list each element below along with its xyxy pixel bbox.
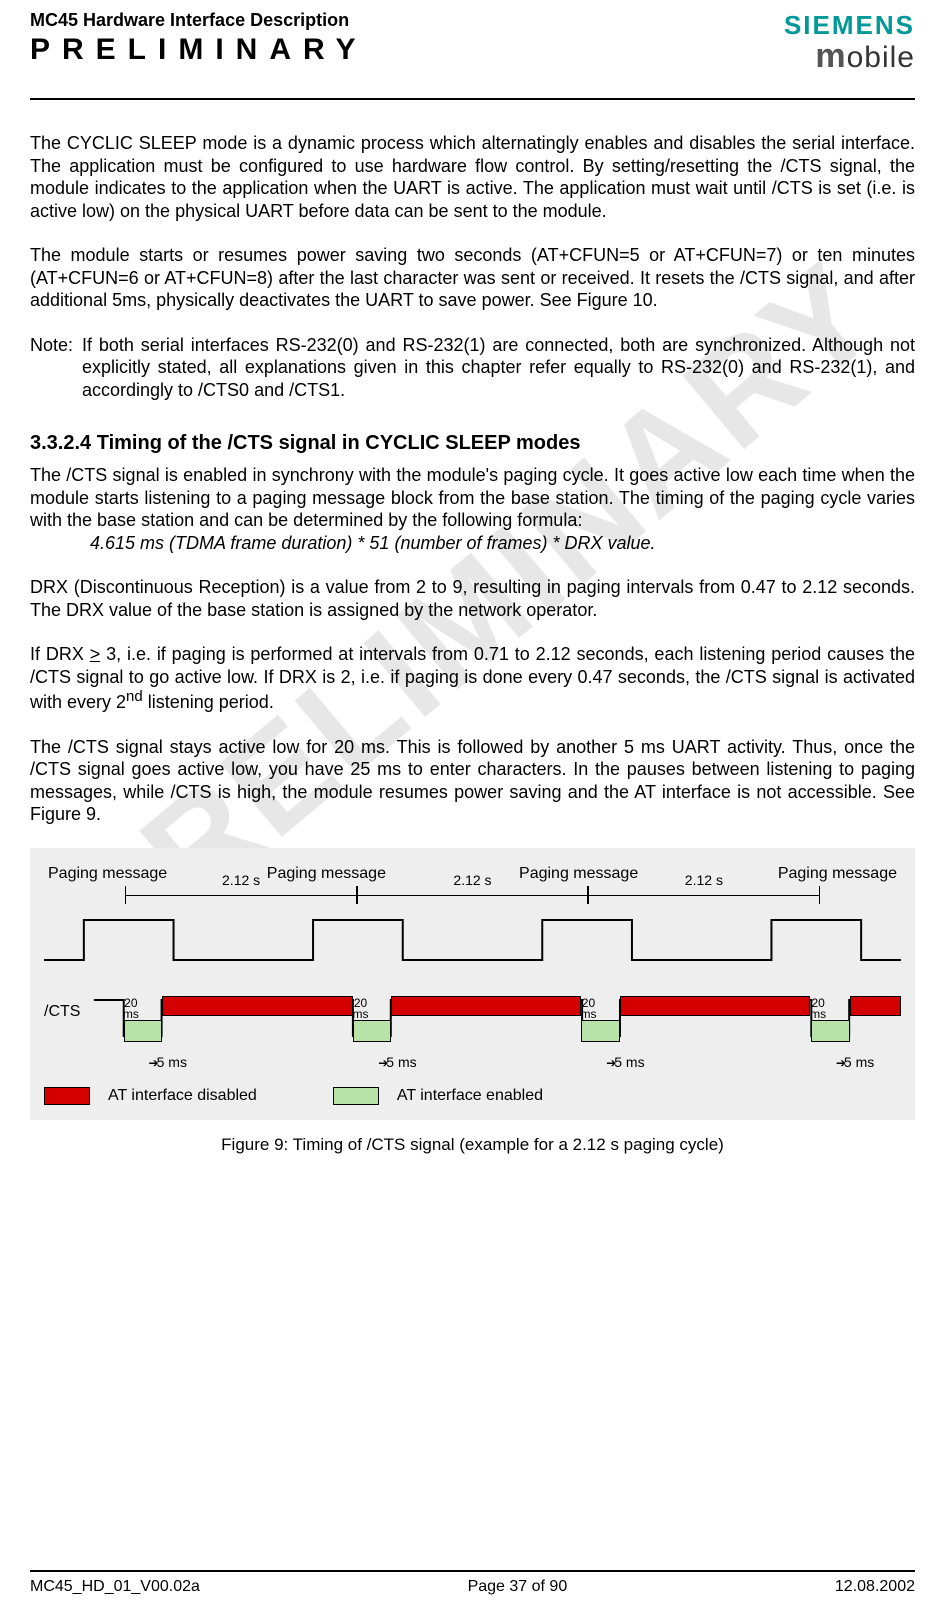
page-footer: MC45_HD_01_V00.02a Page 37 of 90 12.08.2… [30,1570,915,1596]
tick5-2: 5 ms [378,1054,416,1072]
note-label: Note: [30,334,82,402]
enabled-block-1 [124,1020,163,1042]
interval-2: 2.12 s [357,886,588,904]
body-text: The CYCLIC SLEEP mode is a dynamic proce… [30,132,915,1546]
paragraph-5: If DRX > 3, i.e. if paging is performed … [30,643,915,714]
paragraph-6: The /CTS signal stays active low for 20 … [30,736,915,826]
interval-1: 2.12 s [125,886,356,904]
interval-3: 2.12 s [588,886,819,904]
disabled-block-1 [162,996,352,1016]
tick5-1: 5 ms [149,1054,187,1072]
paragraph-1: The CYCLIC SLEEP mode is a dynamic proce… [30,132,915,222]
section-heading: 3.3.2.4 Timing of the /CTS signal in CYC… [30,431,915,456]
doc-title: MC45 Hardware Interface Description [30,10,915,31]
interval-1-label: 2.12 s [218,872,264,890]
page-container: MC45 Hardware Interface Description PREL… [0,0,945,1616]
disabled-block-2 [391,996,581,1016]
figure-legend: AT interface disabled AT interface enabl… [44,1086,901,1106]
note-block: Note: If both serial interfaces RS-232(0… [30,334,915,402]
tick20-4: 20ms [810,998,826,1020]
tick5-3: 5 ms [606,1054,644,1072]
figure-caption: Figure 9: Timing of /CTS signal (example… [30,1134,915,1155]
brand-logo: SIEMENS mobile [784,10,915,76]
legend-label-enabled: AT interface enabled [397,1086,543,1106]
header-rule [30,98,915,100]
pm-label-3: Paging message [473,864,685,884]
disabled-block-3 [620,996,810,1016]
p5-c: listening period. [143,692,274,712]
tick20-2: 20ms [353,998,369,1020]
tick20-3: 20ms [580,998,596,1020]
page-header: MC45 Hardware Interface Description PREL… [30,10,915,94]
mobile-wordmark: mobile [784,37,915,76]
p5-ge: > [90,644,101,664]
mobile-rest: obile [847,41,915,74]
paging-pulse-trace [44,910,901,970]
disabled-block-4 [850,996,901,1016]
footer-center: Page 37 of 90 [468,1578,568,1596]
p5-sup: nd [126,688,143,705]
enabled-block-3 [581,1020,620,1042]
cts-trace: /CTS 20ms 20ms 20ms 20ms [44,992,901,1064]
legend-swatch-enabled [333,1087,379,1105]
p5-a: If DRX [30,644,90,664]
tick20-1: 20ms [123,998,139,1020]
legend-swatch-disabled [44,1087,90,1105]
footer-right: 12.08.2002 [835,1578,915,1596]
note-text: If both serial interfaces RS-232(0) and … [82,334,915,402]
preliminary-heading: PRELIMINARY [30,33,915,67]
paragraph-3: The /CTS signal is enabled in synchrony … [30,464,915,532]
interval-3-label: 2.12 s [681,872,727,890]
formula-line: 4.615 ms (TDMA frame duration) * 51 (num… [90,532,915,555]
legend-label-disabled: AT interface disabled [108,1086,257,1106]
mobile-m: m [815,37,846,75]
interval-arrows: 2.12 s 2.12 s 2.12 s [44,886,901,906]
enabled-block-4 [811,1020,850,1042]
interval-2-label: 2.12 s [449,872,495,890]
enabled-block-2 [353,1020,392,1042]
figure-9: Paging message Paging message Paging mes… [30,848,915,1120]
paragraph-2: The module starts or resumes power savin… [30,244,915,312]
paragraph-4: DRX (Discontinuous Reception) is a value… [30,576,915,621]
tick5-4: 5 ms [836,1054,874,1072]
footer-left: MC45_HD_01_V00.02a [30,1578,200,1596]
